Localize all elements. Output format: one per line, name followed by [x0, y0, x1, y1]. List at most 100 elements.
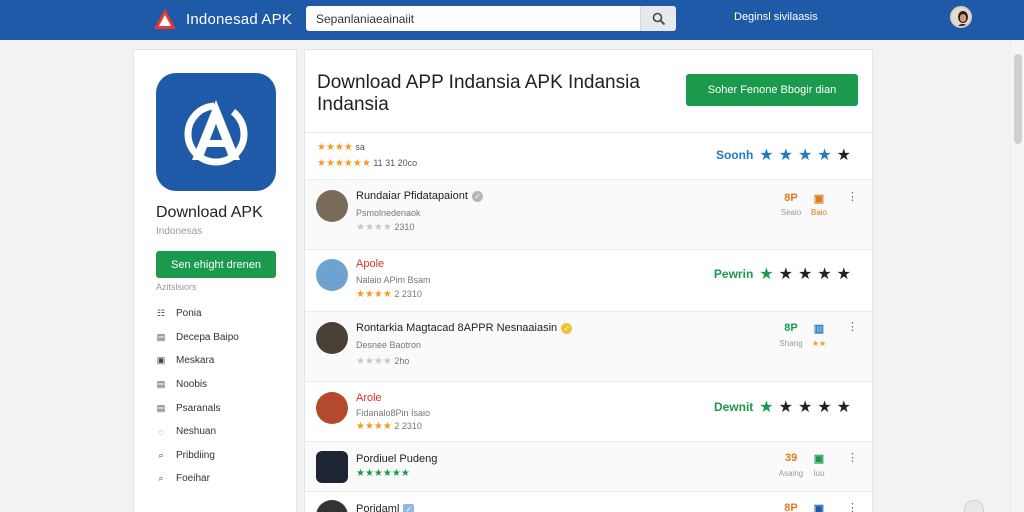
list-item[interactable]: Rontarkia Magtacad 8APPR Nesnaaiasin ✓ De… [305, 312, 872, 382]
category-label: Noobis [176, 379, 208, 391]
item-name: Rundaiar Pfidatapaiont ✓ [356, 190, 483, 202]
avatar [316, 500, 348, 512]
user-avatar-icon [952, 8, 970, 26]
avatar [316, 190, 348, 222]
search-icon [652, 12, 665, 25]
category-item[interactable]: ▤ Psaranals [156, 396, 239, 420]
rate-control[interactable]: Dewnit ★★★★★ [714, 397, 856, 417]
item-type-label: ★★ [811, 339, 827, 348]
rating-stars: ★★★★ [317, 142, 353, 153]
search-icon: ⌕ [158, 449, 164, 460]
category-label: Pribdiing [176, 449, 215, 461]
category-label: Neshuan [176, 426, 217, 438]
primary-action-button[interactable]: Soher Fenone Bbogir dian [686, 74, 858, 106]
summary-line-1: ★★★★ sa [317, 142, 365, 153]
rate-label: Dewnit [713, 400, 754, 414]
item-subtitle: Nalaio APim Bsam [356, 275, 431, 285]
avatar [316, 322, 348, 354]
app-logo-icon [184, 100, 248, 166]
category-label: Meskara [176, 355, 215, 367]
verified-icon: ✓ [403, 503, 415, 512]
rate-label: Soonh [715, 148, 754, 162]
summary-stats: 11 31 20co [373, 158, 418, 168]
category-item[interactable]: ▤ Decepa Baipo [156, 326, 239, 350]
item-rating-text: 2 2310 [394, 289, 422, 299]
app-sidebar: Download APK Indonesas Sen ehight drenen… [133, 49, 297, 512]
scroll-thumb[interactable] [1014, 54, 1022, 144]
search-icon: ⌕ [158, 473, 164, 484]
rate-control[interactable]: Pewrin ★★★★★ [714, 264, 856, 284]
more-icon[interactable]: ⋮ [847, 320, 858, 333]
more-icon[interactable]: ⋮ [847, 190, 858, 203]
verified-icon: ✓ [561, 322, 573, 334]
item-stat: 8P [784, 192, 798, 204]
top-header: Indonesad APK Deginsl sivilaasis [0, 0, 1024, 40]
summary-line-2: ★★★★★★ 11 31 20co [317, 158, 417, 169]
list-item[interactable]: Apole Nalaio APim Bsam ★★★★ 2 2310 Pewri… [305, 250, 872, 312]
floating-help-button[interactable] [964, 500, 984, 512]
item-name-text: Rontarkia Magtacad 8APPR Nesnaaiasin [356, 322, 558, 334]
item-type-icon: ▣ [813, 453, 825, 465]
item-name: Apole [356, 258, 385, 270]
categories-heading: Azitslsiors [156, 282, 197, 292]
category-label: Ponia [176, 308, 202, 320]
page-scrollbar[interactable] [1012, 40, 1024, 512]
more-icon[interactable]: ⋮ [847, 451, 858, 464]
avatar [316, 392, 348, 424]
item-rating: ★★★★★★ [356, 468, 410, 479]
item-rating: ★★★★ 2 2310 [356, 289, 422, 300]
item-stat: 39 [784, 452, 798, 464]
item-name: Poridaml ✓ [356, 503, 415, 512]
verified-icon: ✓ [471, 190, 483, 202]
header-link[interactable]: Deginsl sivilaasis [734, 11, 818, 23]
item-type-label: Iuo [813, 469, 825, 478]
category-item[interactable]: ⌕ Pribdiing [156, 444, 239, 468]
rating-stars: ★★★★★★ [317, 158, 371, 169]
item-rating: ★★★★ 2ho [356, 356, 410, 367]
item-stat-label: Asaing [778, 469, 804, 478]
category-label: Psaranals [176, 402, 221, 414]
list-item[interactable]: Poridaml ✓ 8P ▣ ⋮ [305, 492, 872, 512]
rate-control[interactable]: Soonh ★★★★★ [716, 145, 856, 165]
circle-icon: ◌ [158, 426, 164, 437]
brand-name: Indonesad APK [186, 10, 293, 28]
category-label: Decepa Baipo [176, 331, 239, 343]
user-avatar[interactable] [950, 6, 972, 28]
item-name: Pordiuel Pudeng [356, 453, 438, 465]
list-item[interactable]: Pordiuel Pudeng ★★★★★★ 39 Asaing ▣ Iuo ⋮ [305, 442, 872, 492]
calendar-icon: ▤ [156, 331, 166, 342]
item-rating: ★★★★ 2310 [356, 222, 415, 233]
brand-logo-icon [152, 6, 178, 32]
news-icon: ▤ [156, 379, 166, 390]
download-button[interactable]: Sen ehight drenen [156, 251, 276, 278]
category-item[interactable]: ▤ Noobis [156, 373, 239, 397]
rate-stars[interactable]: ★★★★★ [759, 264, 856, 284]
more-icon[interactable]: ⋮ [847, 501, 858, 512]
category-item[interactable]: ◌ Neshuan [156, 420, 239, 444]
item-subtitle: Fidanalo8Pin Isaio [356, 408, 431, 418]
search-input[interactable] [306, 6, 640, 31]
item-name-text: Poridaml [356, 503, 400, 512]
item-stat: 8P [784, 502, 798, 512]
brand[interactable]: Indonesad APK [152, 6, 292, 32]
rate-stars[interactable]: ★★★★★ [759, 397, 856, 417]
summary-text: sa [355, 142, 365, 152]
item-type-icon: ▣ [813, 503, 825, 512]
category-item[interactable]: ☷ Ponia [156, 302, 239, 326]
item-stat-label: Shang [779, 339, 803, 348]
search-button[interactable] [640, 6, 676, 31]
item-name: Rontarkia Magtacad 8APPR Nesnaaiasin ✓ [356, 322, 573, 334]
list-item[interactable]: Arole Fidanalo8Pin Isaio ★★★★ 2 2310 Dew… [305, 382, 872, 442]
item-subtitle: Desnee Baotron [356, 340, 422, 350]
list-item[interactable]: Rundaiar Pfidatapaiont ✓ Psmolnedenaok ★★… [305, 180, 872, 250]
item-type-icon: ▣ [813, 193, 825, 205]
rate-stars[interactable]: ★★★★★ [759, 145, 856, 165]
search-bar [306, 6, 676, 31]
category-item[interactable]: ⌕ Foeihar [156, 467, 239, 491]
category-item[interactable]: ▣ Meskara [156, 349, 239, 373]
category-label: Foeihar [176, 473, 210, 485]
avatar [316, 259, 348, 291]
item-type-label: Baio [810, 208, 827, 217]
app-subtitle: Indonesas [156, 226, 203, 237]
grid-icon: ☷ [156, 308, 166, 319]
